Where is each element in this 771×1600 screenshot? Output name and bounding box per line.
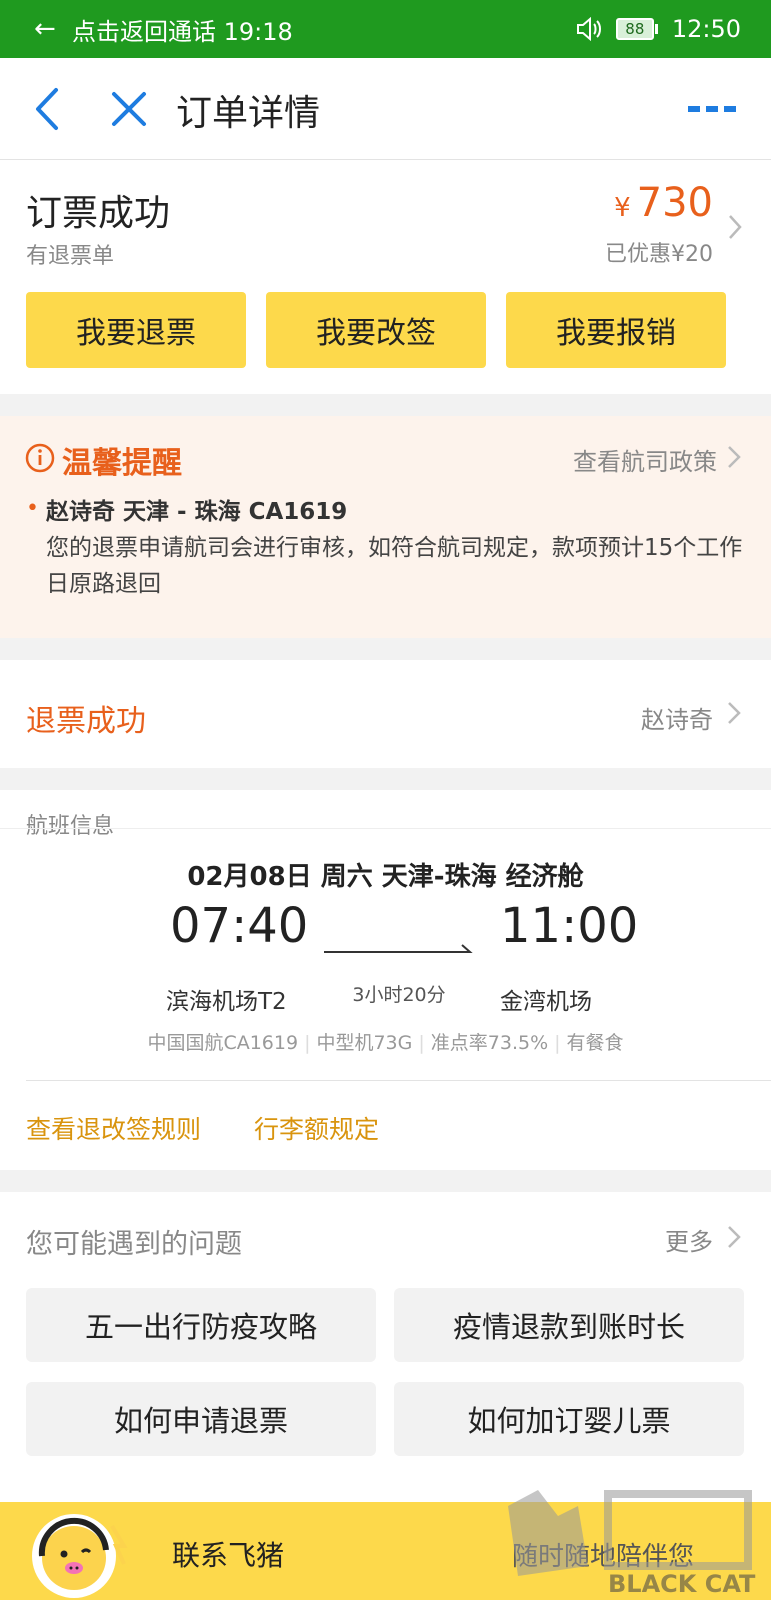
close-icon[interactable]: [106, 86, 152, 132]
divider: [26, 1080, 771, 1081]
chevron-right-icon[interactable]: [727, 444, 741, 470]
black-cat-watermark: BLACK CAT: [498, 1486, 768, 1600]
return-to-call-text[interactable]: 点击返回通话 19:18: [72, 12, 293, 47]
divider: [0, 828, 771, 829]
contact-fliggy-label[interactable]: 联系飞猪: [172, 1534, 284, 1574]
flight-date-line: 02月08日 周六 天津-珠海 经济舱: [187, 862, 584, 892]
faq-more-link[interactable]: 更多: [665, 1222, 713, 1257]
faq-item[interactable]: 五一出行防疫攻略: [26, 1288, 376, 1362]
refund-button[interactable]: 我要退票: [26, 292, 246, 368]
baggage-rules-link[interactable]: 行李额规定: [254, 1110, 379, 1146]
chevron-right-icon[interactable]: [727, 1224, 741, 1250]
arrival-airport: 金湾机场: [500, 989, 592, 1015]
flight-info-card: 航班信息 02月08日 周六 天津-珠海 经济舱 07:40 11:00 滨海机…: [0, 790, 771, 1170]
battery-icon: 88: [615, 18, 658, 40]
notice-body: 您的退票申请航司会进行审核，如符合航司规定，款项预计15个工作日原路退回: [46, 535, 743, 597]
order-summary-card: 订票成功 有退票单 ¥ 730 已优惠¥20 我要退票 我要改签 我要报销: [0, 160, 771, 394]
on-time-rate: 准点率73.5%: [430, 1032, 549, 1054]
order-price[interactable]: ¥ 730: [614, 180, 713, 226]
airline-flight-number: 中国国航CA1619: [147, 1032, 299, 1054]
return-call-arrow-icon[interactable]: ←: [34, 14, 68, 44]
refund-passenger: 赵诗奇: [641, 706, 713, 734]
more-icon[interactable]: [688, 104, 736, 114]
fliggy-mascot-avatar: [32, 1514, 128, 1598]
refund-status: 退票成功: [26, 704, 146, 739]
bullet-dot: •: [26, 496, 39, 521]
notice-passenger-line: 赵诗奇 天津 - 珠海 CA1619: [46, 499, 348, 525]
flight-duration: 3小时20分: [352, 984, 446, 1006]
refund-change-rules-link[interactable]: 查看退改签规则: [26, 1110, 201, 1146]
meal-info: 有餐食: [566, 1032, 624, 1054]
faq-title: 您可能遇到的问题: [26, 1229, 242, 1260]
refund-status-row[interactable]: 退票成功 赵诗奇: [0, 660, 771, 768]
status-bar: ← 点击返回通话 19:18 88 12:50: [0, 0, 771, 58]
volume-icon: [576, 17, 601, 41]
chevron-right-icon[interactable]: [727, 700, 741, 726]
faq-grid: 五一出行防疫攻略 疫情退款到账时长 如何申请退票 如何加订婴儿票: [26, 1288, 744, 1456]
watermark-text: BLACK CAT: [608, 1570, 756, 1598]
flight-meta: 中国国航CA1619 | 中型机73G | 准点率73.5% | 有餐食: [147, 1032, 624, 1054]
airline-policy-link[interactable]: 查看航司政策: [573, 442, 717, 477]
faq-item[interactable]: 如何申请退票: [26, 1382, 376, 1456]
aircraft-type: 中型机73G: [316, 1032, 413, 1054]
clock: 12:50: [671, 15, 741, 43]
nav-bar: 订单详情: [0, 58, 771, 160]
discount-text: 已优惠¥20: [605, 242, 713, 267]
order-sub-status: 有退票单: [26, 244, 115, 269]
faq-section: 您可能遇到的问题 更多 五一出行防疫攻略 疫情退款到账时长 如何申请退票 如何加…: [0, 1192, 771, 1502]
info-icon: [25, 443, 55, 473]
currency-symbol: ¥: [614, 193, 631, 223]
arrival-time: 11:00: [500, 898, 639, 954]
price-value: 730: [636, 180, 713, 226]
back-icon[interactable]: [30, 84, 70, 134]
reminder-notice: 温馨提醒 查看航司政策 • 赵诗奇 天津 - 珠海 CA1619 您的退票申请航…: [0, 416, 771, 638]
chevron-right-icon[interactable]: [727, 212, 743, 242]
change-ticket-button[interactable]: 我要改签: [266, 292, 486, 368]
page-title: 订单详情: [176, 93, 321, 134]
battery-level: 88: [615, 18, 654, 40]
faq-item[interactable]: 如何加订婴儿票: [394, 1382, 744, 1456]
departure-airport: 滨海机场T2: [166, 989, 287, 1015]
order-actions: 我要退票 我要改签 我要报销: [26, 292, 726, 368]
notice-title: 温馨提醒: [62, 446, 182, 481]
section-label: 航班信息: [26, 814, 115, 839]
flight-arrow-icon: [324, 944, 473, 953]
departure-time: 07:40: [170, 898, 309, 954]
faq-item[interactable]: 疫情退款到账时长: [394, 1288, 744, 1362]
order-status: 订票成功: [26, 193, 171, 234]
reimburse-button[interactable]: 我要报销: [506, 292, 726, 368]
